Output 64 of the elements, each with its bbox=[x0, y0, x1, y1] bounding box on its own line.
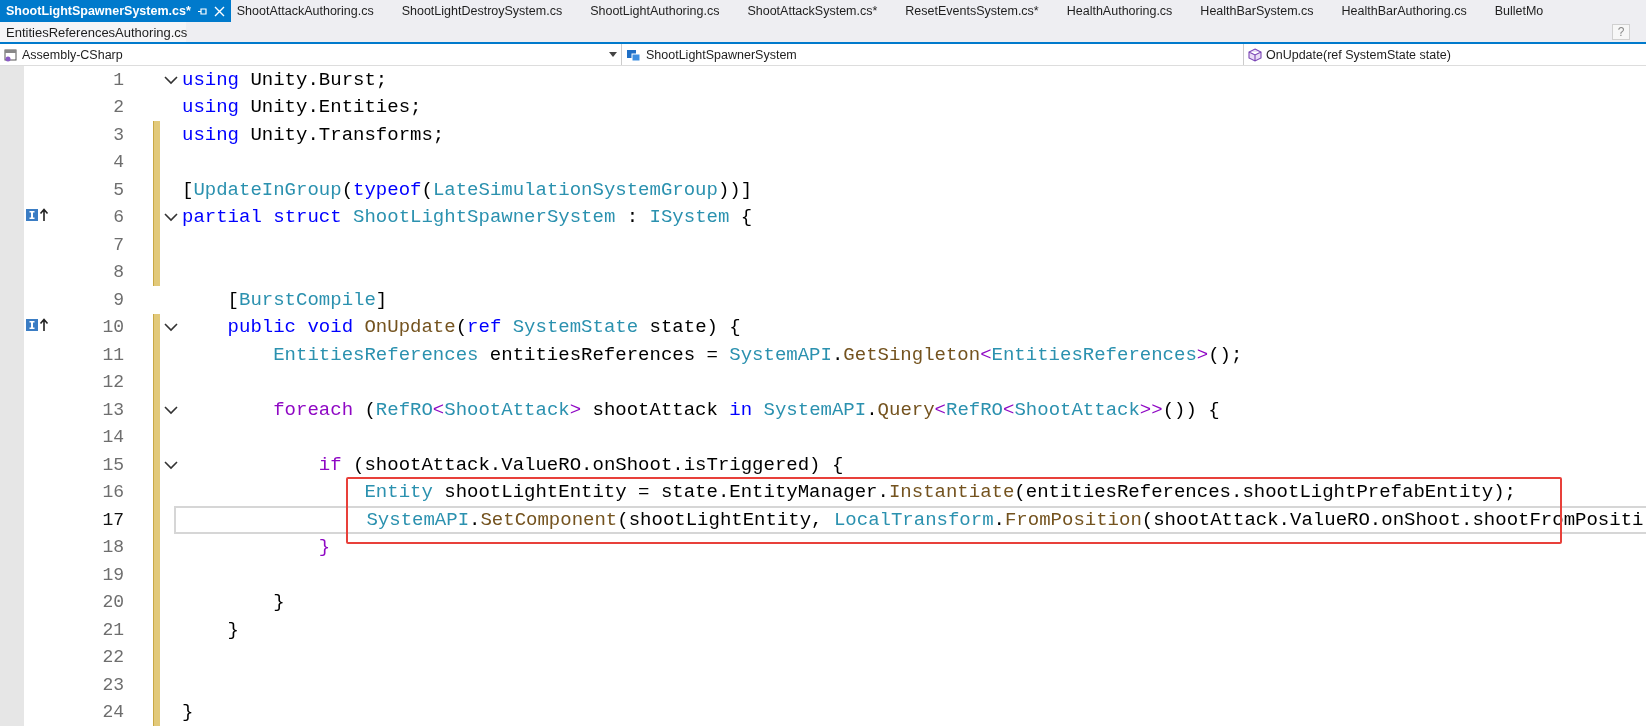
file-tab[interactable]: HealthBarAuthoring.cs bbox=[1335, 0, 1489, 22]
code-line: using Unity.Entities; bbox=[182, 96, 422, 119]
line-number: 17 bbox=[101, 509, 124, 530]
line-number: 13 bbox=[101, 399, 124, 420]
code-line: EntitiesReferences entitiesReferences = SystemAPI.GetSingleton<EntitiesReferences>(); bbox=[272, 343, 1243, 366]
file-tab[interactable]: ShootLightDestroySystem.cs bbox=[395, 0, 585, 22]
file-tab[interactable]: HealthBarSystem.cs bbox=[1194, 0, 1336, 22]
line-number: 18 bbox=[101, 537, 124, 558]
line-number: 7 bbox=[112, 234, 124, 255]
code-line: partial struct ShootLightSpawnerSystem : ISystem { bbox=[182, 206, 753, 229]
help-button[interactable]: ? bbox=[1612, 24, 1630, 40]
close-icon[interactable] bbox=[213, 5, 225, 17]
line-number: 11 bbox=[101, 344, 124, 365]
code-line: } bbox=[272, 591, 285, 614]
line-number: 16 bbox=[101, 482, 124, 503]
file-tab[interactable]: ShootAttackAuthoring.cs bbox=[230, 0, 396, 22]
code-line: if (shootAttack.ValueRO.onShoot.isTriggered) { bbox=[317, 453, 844, 476]
line-number: 3 bbox=[112, 124, 124, 145]
code-line: using Unity.Burst; bbox=[182, 68, 388, 91]
collapse-icon[interactable] bbox=[164, 213, 178, 223]
code-line: [BurstCompile] bbox=[226, 288, 388, 311]
implementation-arrow-icon[interactable] bbox=[26, 317, 50, 334]
code-line: } bbox=[317, 536, 331, 559]
code-line: } bbox=[226, 618, 239, 641]
cube-icon bbox=[1248, 47, 1262, 62]
file-tab[interactable]: ShootAttackSystem.cs* bbox=[741, 0, 900, 22]
line-number: 4 bbox=[112, 152, 124, 173]
file-tab[interactable]: BulletMo bbox=[1488, 0, 1566, 22]
collapse-icon[interactable] bbox=[164, 75, 178, 85]
collapse-icon[interactable] bbox=[164, 460, 178, 470]
collapse-icon[interactable] bbox=[164, 323, 178, 333]
line-number: 22 bbox=[101, 647, 124, 668]
line-number: 15 bbox=[101, 454, 124, 475]
line-number: 14 bbox=[101, 427, 124, 448]
code-line: } bbox=[182, 701, 194, 724]
line-number: 12 bbox=[101, 372, 124, 393]
code-line: foreach (RefRO<ShootAttack> shootAttack in SystemAPI.Query<RefRO<ShootAttack>>()) { bbox=[272, 398, 1220, 421]
line-number: 5 bbox=[112, 179, 124, 200]
pin-icon[interactable] bbox=[196, 5, 208, 17]
line-number: 10 bbox=[101, 317, 124, 338]
file-tab[interactable]: ShootLightSpawnerSystem.cs* bbox=[0, 0, 231, 22]
line-number: 6 bbox=[112, 207, 124, 228]
implementation-arrow-icon[interactable] bbox=[26, 207, 50, 224]
line-number: 8 bbox=[112, 262, 124, 283]
struct-icon bbox=[626, 47, 642, 62]
file-tab[interactable]: HealthAuthoring.cs bbox=[1060, 0, 1195, 22]
line-number: 19 bbox=[101, 564, 124, 585]
line-number: 21 bbox=[101, 619, 124, 640]
collapse-icon[interactable] bbox=[164, 405, 178, 415]
preview-tab[interactable]: EntitiesReferencesAuthoring.cs bbox=[0, 22, 186, 42]
file-tab[interactable]: ShootLightAuthoring.cs bbox=[584, 0, 742, 22]
line-number: 20 bbox=[101, 592, 124, 613]
code-line: Entity shootLightEntity = state.EntityManager.Instantiate(entitiesReferences.shootLightPrefabEntity); bbox=[363, 481, 1517, 504]
project-icon bbox=[4, 47, 18, 62]
line-number: 23 bbox=[101, 674, 124, 695]
code-line: [UpdateInGroup(typeof(LateSimulationSystemGroup))] bbox=[182, 178, 753, 201]
code-line: public void OnUpdate(ref SystemState state) { bbox=[226, 316, 741, 339]
line-number: 24 bbox=[101, 702, 124, 723]
line-number: 9 bbox=[112, 289, 124, 310]
line-number: 2 bbox=[112, 97, 124, 118]
dropdown-caret-icon bbox=[609, 52, 617, 57]
file-tab[interactable]: ResetEventsSystem.cs* bbox=[899, 0, 1061, 22]
code-line: using Unity.Transforms; bbox=[182, 123, 445, 146]
line-number: 1 bbox=[112, 69, 124, 90]
